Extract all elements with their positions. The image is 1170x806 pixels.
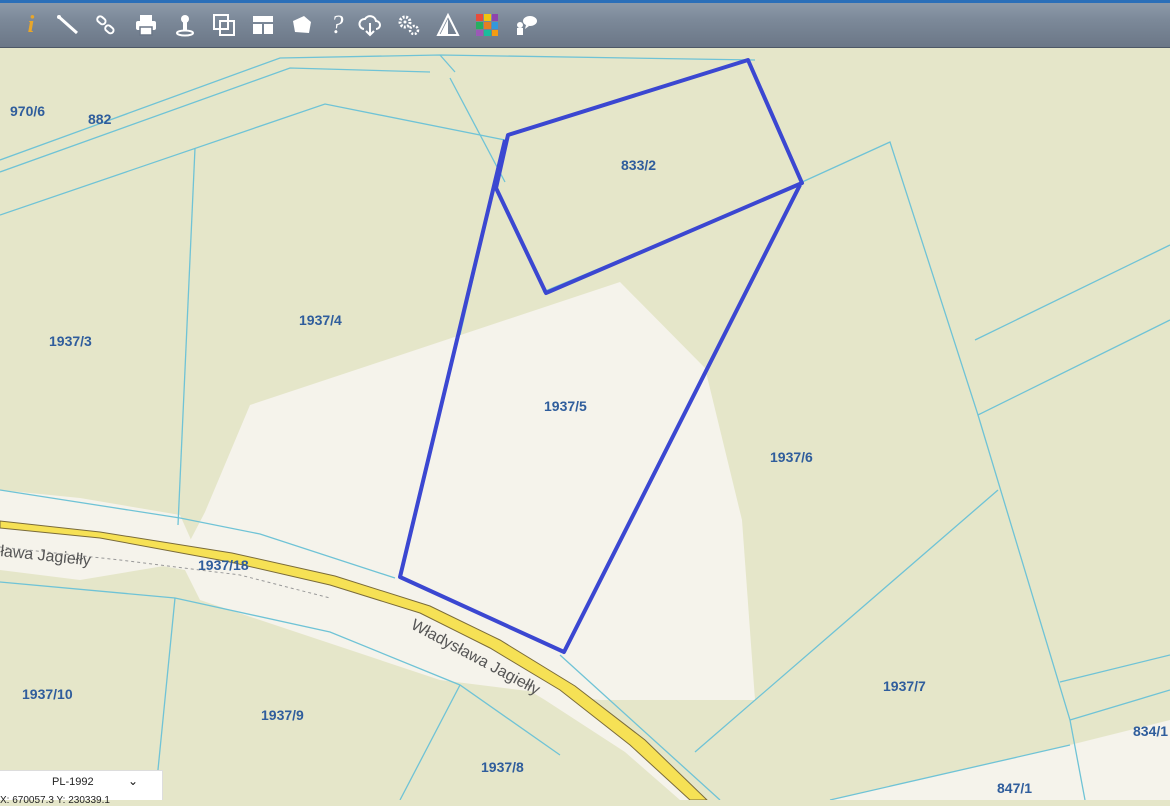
parcel-label: 1937/5 xyxy=(544,398,587,414)
area-shape-icon[interactable] xyxy=(289,12,315,38)
map-canvas[interactable]: 970/6 882 833/2 1937/3 1937/4 1937/5 193… xyxy=(0,48,1170,800)
color-grid-icon[interactable] xyxy=(474,12,500,38)
coordinate-readout: X: 670057.3 Y: 230339.1 xyxy=(0,795,110,806)
crs-selector[interactable]: PL-1992 ⌄ X: 670057.3 Y: 230339.1 xyxy=(0,770,163,806)
toolbar-accent-line xyxy=(0,0,1170,3)
parcel-label: 1937/6 xyxy=(770,449,813,465)
parcel-label: 1937/3 xyxy=(49,333,92,349)
crs-value: PL-1992 xyxy=(52,776,94,788)
print-icon[interactable] xyxy=(133,12,159,38)
settings-icon[interactable] xyxy=(396,12,422,38)
sun-warning-icon[interactable] xyxy=(435,12,461,38)
parcel-label: 1937/9 xyxy=(261,707,304,723)
parcel-label: 834/1 xyxy=(1133,723,1168,739)
copy-window-icon[interactable] xyxy=(211,12,237,38)
link-icon[interactable] xyxy=(93,12,119,38)
parcel-label: 1937/18 xyxy=(198,557,249,573)
parcel-label: 1937/10 xyxy=(22,686,73,702)
map-toolbar: i ? xyxy=(0,0,1170,48)
cloud-download-icon[interactable] xyxy=(357,12,383,38)
parcel-label: 847/1 xyxy=(997,780,1032,796)
chevron-down-icon[interactable]: ⌄ xyxy=(128,774,138,788)
chat-user-icon[interactable] xyxy=(513,12,539,38)
cadastral-map[interactable]: 970/6 882 833/2 1937/3 1937/4 1937/5 193… xyxy=(0,48,1170,800)
parcel-label: 1937/7 xyxy=(883,678,926,694)
locate-pin-icon[interactable] xyxy=(172,12,198,38)
measure-line-icon[interactable] xyxy=(55,12,81,38)
parcel-label: 1937/8 xyxy=(481,759,524,775)
parcel-label: 882 xyxy=(88,111,112,127)
parcel-label: 833/2 xyxy=(621,157,656,173)
layout-icon[interactable] xyxy=(250,12,276,38)
help-icon[interactable]: ? xyxy=(324,10,350,39)
info-icon[interactable]: i xyxy=(18,12,44,38)
parcel-label: 1937/4 xyxy=(299,312,342,328)
parcel-label: 970/6 xyxy=(10,103,45,119)
